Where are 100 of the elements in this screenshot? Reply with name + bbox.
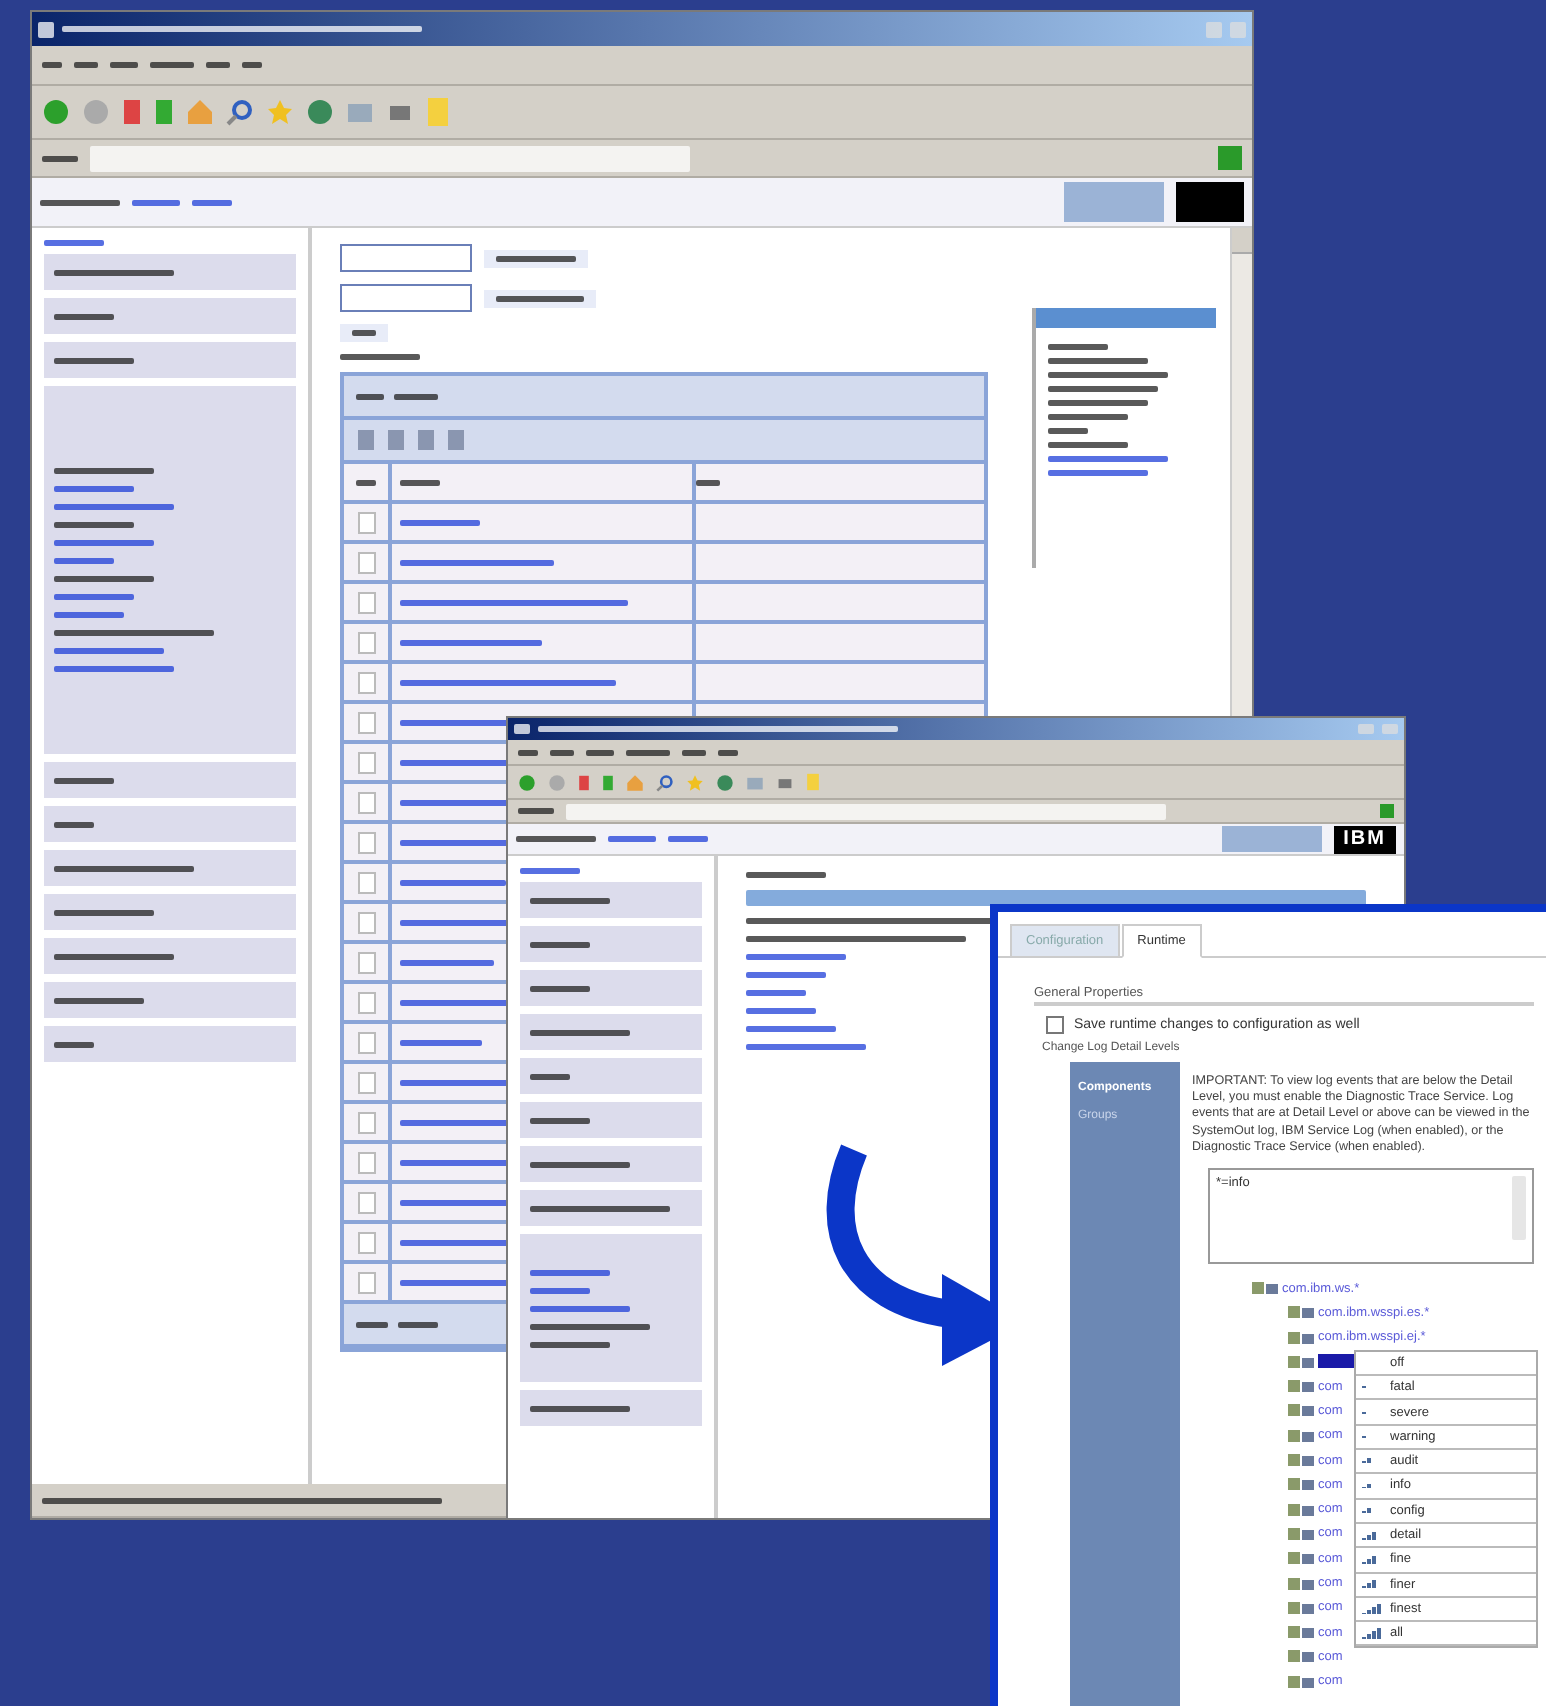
more-button[interactable] <box>340 324 388 342</box>
table-tool-icon[interactable] <box>446 428 466 452</box>
input-field[interactable] <box>340 284 472 312</box>
checkbox[interactable] <box>357 511 375 533</box>
navigation-item[interactable] <box>520 882 702 918</box>
refresh-icon[interactable] <box>602 773 614 791</box>
navigation-item[interactable] <box>520 1390 702 1426</box>
home-icon[interactable] <box>626 773 644 791</box>
address-field[interactable] <box>566 803 1166 819</box>
logo <box>1176 181 1244 223</box>
checkbox[interactable] <box>357 911 375 933</box>
table-tool-icon[interactable] <box>416 428 436 452</box>
checkbox[interactable] <box>357 671 375 693</box>
star-icon[interactable] <box>686 773 704 791</box>
checkbox[interactable] <box>357 551 375 573</box>
navigation-item[interactable] <box>520 1190 702 1226</box>
checkbox[interactable] <box>1046 1016 1064 1034</box>
navigation-item[interactable] <box>44 894 296 930</box>
mail-icon[interactable] <box>346 98 374 126</box>
filter-button[interactable] <box>484 249 588 267</box>
checkbox[interactable] <box>357 791 375 813</box>
home-icon[interactable] <box>186 98 214 126</box>
navigation-item[interactable] <box>520 1146 702 1182</box>
tree-node-icon <box>1288 1527 1314 1540</box>
navigation-item[interactable] <box>44 298 296 334</box>
table-tool-icon[interactable] <box>386 428 406 452</box>
navigation-item[interactable] <box>520 1058 702 1094</box>
tree-node-icon <box>1288 1331 1314 1344</box>
navigation-item[interactable] <box>44 1026 296 1062</box>
tree-node-icon <box>1288 1601 1314 1614</box>
back-icon[interactable] <box>518 773 536 791</box>
level-icon <box>1362 1628 1381 1640</box>
checkbox[interactable] <box>357 751 375 773</box>
banner-graphic <box>1064 181 1164 223</box>
search-icon[interactable] <box>656 773 674 791</box>
table-tool-icon[interactable] <box>356 428 376 452</box>
tree-node-icon <box>1288 1650 1314 1663</box>
checkbox[interactable] <box>357 1151 375 1173</box>
checkbox[interactable] <box>357 711 375 733</box>
tree-node-icon <box>1288 1626 1314 1639</box>
checkbox[interactable] <box>357 871 375 893</box>
stop-icon[interactable] <box>578 773 590 791</box>
checkbox[interactable] <box>357 1111 375 1133</box>
logo: IBM <box>1333 825 1396 853</box>
banner-graphic <box>1221 826 1322 852</box>
navigation-item[interactable] <box>44 982 296 1018</box>
navigation-item[interactable] <box>44 806 296 842</box>
checkbox[interactable] <box>357 951 375 973</box>
tree-node-icon <box>1288 1306 1314 1319</box>
navigation-item[interactable] <box>44 342 296 378</box>
checkbox[interactable] <box>357 1031 375 1053</box>
tree-node-icon <box>1252 1282 1278 1294</box>
tree-node-icon <box>1288 1478 1314 1491</box>
navigation-item[interactable] <box>44 850 296 886</box>
scrollbar[interactable] <box>1512 1175 1526 1240</box>
forward-icon[interactable] <box>548 773 566 791</box>
scroll-up-button[interactable] <box>1232 228 1252 254</box>
checkbox[interactable] <box>357 831 375 853</box>
level-icon <box>1362 1603 1381 1615</box>
navigation-group[interactable] <box>44 386 296 754</box>
tree-node-icon <box>1288 1380 1314 1393</box>
print-icon[interactable] <box>776 773 794 791</box>
tree-node-icon <box>1288 1503 1314 1516</box>
level-icon <box>1362 1508 1371 1514</box>
navigation-item[interactable] <box>520 1102 702 1138</box>
navigation-item[interactable] <box>44 254 296 290</box>
navigation-item[interactable] <box>520 926 702 962</box>
navigation-item[interactable] <box>44 762 296 798</box>
refresh-icon[interactable] <box>154 98 174 126</box>
back-icon[interactable] <box>42 98 70 126</box>
checkbox[interactable] <box>357 631 375 653</box>
star-icon[interactable] <box>266 98 294 126</box>
navigation-item[interactable] <box>520 970 702 1006</box>
checkbox[interactable] <box>357 1231 375 1253</box>
stop-icon[interactable] <box>122 98 142 126</box>
tree-node-icon <box>1288 1454 1314 1467</box>
tree-node-icon <box>1288 1675 1314 1688</box>
mail-icon[interactable] <box>746 773 764 791</box>
input-field[interactable] <box>340 244 472 272</box>
tree-node-icon <box>1288 1355 1314 1368</box>
tree-node-icon <box>1288 1429 1314 1442</box>
navigation-group[interactable] <box>520 1234 702 1382</box>
checkbox[interactable] <box>357 591 375 613</box>
address-field[interactable] <box>90 145 690 171</box>
checkbox[interactable] <box>357 1071 375 1093</box>
checkbox[interactable] <box>357 991 375 1013</box>
tree-node-icon <box>1288 1577 1314 1590</box>
search-button[interactable] <box>484 289 596 307</box>
globe-icon[interactable] <box>716 773 734 791</box>
checkbox[interactable] <box>357 1271 375 1293</box>
tree-node-icon <box>1288 1552 1314 1565</box>
level-icon <box>1362 1458 1371 1464</box>
level-icon <box>1362 1531 1376 1540</box>
search-icon[interactable] <box>226 98 254 126</box>
navigation-item[interactable] <box>520 1014 702 1050</box>
checkbox[interactable] <box>357 1191 375 1213</box>
navigation-item[interactable] <box>44 938 296 974</box>
forward-icon[interactable] <box>82 98 110 126</box>
level-icon <box>1362 1580 1376 1589</box>
globe-icon[interactable] <box>306 98 334 126</box>
